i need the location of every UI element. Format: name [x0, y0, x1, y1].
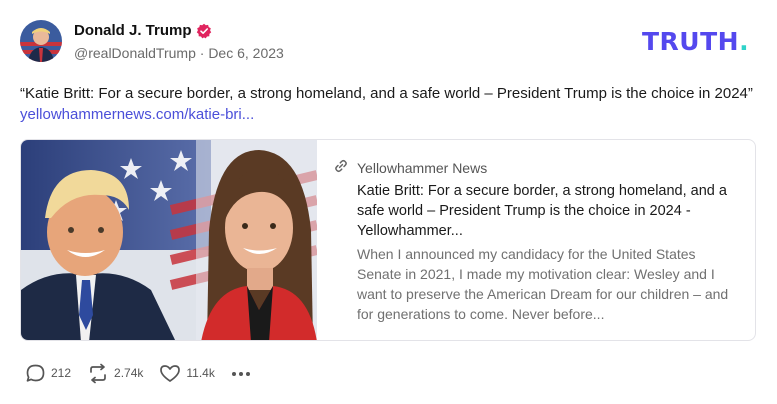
- link-title[interactable]: Katie Britt: For a secure border, a stro…: [357, 181, 737, 241]
- more-options-icon: [231, 364, 251, 382]
- link-preview-card[interactable]: Yellowhammer News Katie Britt: For a sec…: [20, 139, 756, 341]
- author-handle[interactable]: @realDonaldTrump: [74, 45, 196, 61]
- author-name-text[interactable]: Donald J. Trump: [74, 22, 192, 39]
- heart-icon: [159, 363, 181, 384]
- link-icon: [333, 158, 349, 177]
- repost-button[interactable]: 2.74k: [87, 363, 143, 384]
- post-date[interactable]: Dec 6, 2023: [208, 45, 284, 61]
- link-preview-image: [21, 140, 317, 340]
- verified-badge-icon: [196, 23, 212, 39]
- link-description: When I announced my candidacy for the Un…: [357, 246, 729, 322]
- reply-icon: [25, 363, 46, 384]
- post-link[interactable]: yellowhammernews.com/katie-bri...: [20, 106, 254, 123]
- like-button[interactable]: 11.4k: [159, 363, 215, 384]
- author-display-name[interactable]: Donald J. Trump: [74, 22, 212, 39]
- link-source: Yellowhammer News: [333, 158, 487, 177]
- truth-post: Donald J. Trump @realDonaldTrump · Dec 6…: [0, 0, 777, 404]
- repost-icon: [87, 363, 109, 384]
- link-source-name: Yellowhammer News: [357, 159, 488, 176]
- more-options-button[interactable]: [231, 364, 251, 382]
- truth-logo[interactable]: TRUTH.: [642, 27, 749, 56]
- logo-text: TRUTH: [642, 27, 740, 56]
- reply-count: 212: [51, 366, 72, 380]
- logo-dot: .: [739, 27, 750, 56]
- post-text: “Katie Britt: For a secure border, a str…: [20, 85, 753, 102]
- like-count: 11.4k: [186, 366, 215, 380]
- post-body: “Katie Britt: For a secure border, a str…: [20, 83, 760, 125]
- post-actions: 212 2.74k 11.4k: [25, 362, 251, 384]
- reply-button[interactable]: 212: [25, 363, 71, 384]
- avatar[interactable]: [20, 20, 62, 62]
- author-meta: @realDonaldTrump · Dec 6, 2023: [74, 45, 284, 61]
- repost-count: 2.74k: [114, 366, 144, 380]
- meta-separator: ·: [195, 45, 209, 61]
